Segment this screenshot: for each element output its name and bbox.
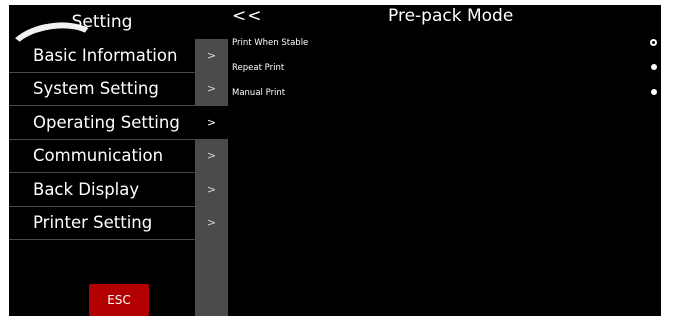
- page-title: Pre-pack Mode: [388, 6, 514, 26]
- chevron-right-icon[interactable]: >: [195, 173, 228, 206]
- chevron-right-icon[interactable]: >: [195, 106, 228, 139]
- chevron-right-icon[interactable]: >: [195, 39, 228, 72]
- sidebar-item-system-setting[interactable]: System Setting >: [9, 72, 228, 106]
- option-label: Repeat Print: [232, 63, 285, 73]
- chevron-right-icon[interactable]: >: [195, 72, 228, 105]
- sidebar-item-label: Back Display: [33, 179, 140, 199]
- sidebar-item-basic-information[interactable]: Basic Information >: [9, 39, 228, 73]
- esc-button[interactable]: ESC: [89, 284, 149, 316]
- radio-dot-icon[interactable]: [651, 64, 657, 70]
- sidebar: Setting Basic Information > System Setti…: [9, 5, 228, 316]
- sidebar-item-label: Communication: [33, 146, 164, 166]
- sidebar-item-back-display[interactable]: Back Display >: [9, 173, 228, 207]
- sidebar-item-printer-setting[interactable]: Printer Setting >: [9, 206, 228, 240]
- radio-dot-icon[interactable]: [651, 89, 657, 95]
- sidebar-title: Setting: [71, 12, 133, 32]
- back-button[interactable]: <<: [232, 5, 263, 27]
- sidebar-item-label: Printer Setting: [33, 213, 153, 233]
- sidebar-item-label: System Setting: [33, 79, 159, 99]
- option-label: Manual Print: [232, 88, 286, 98]
- radio-selected-icon[interactable]: [650, 39, 657, 46]
- chevron-right-icon[interactable]: >: [195, 206, 228, 239]
- option-print-when-stable[interactable]: Print When Stable: [232, 35, 657, 51]
- sidebar-item-label: Basic Information: [33, 45, 178, 65]
- app-window: Setting Basic Information > System Setti…: [9, 5, 661, 316]
- option-repeat-print[interactable]: Repeat Print: [232, 60, 657, 76]
- sidebar-item-communication[interactable]: Communication >: [9, 139, 228, 173]
- option-label: Print When Stable: [232, 38, 309, 48]
- sidebar-arrow-column-fill: [195, 237, 228, 316]
- sidebar-menu: Basic Information > System Setting > Ope…: [9, 39, 228, 240]
- chevron-right-icon[interactable]: >: [195, 139, 228, 172]
- sidebar-item-label: Operating Setting: [33, 112, 180, 132]
- option-manual-print[interactable]: Manual Print: [232, 85, 657, 101]
- main-panel: << Pre-pack Mode Print When Stable Repea…: [228, 5, 661, 316]
- sidebar-item-operating-setting[interactable]: Operating Setting >: [9, 106, 228, 140]
